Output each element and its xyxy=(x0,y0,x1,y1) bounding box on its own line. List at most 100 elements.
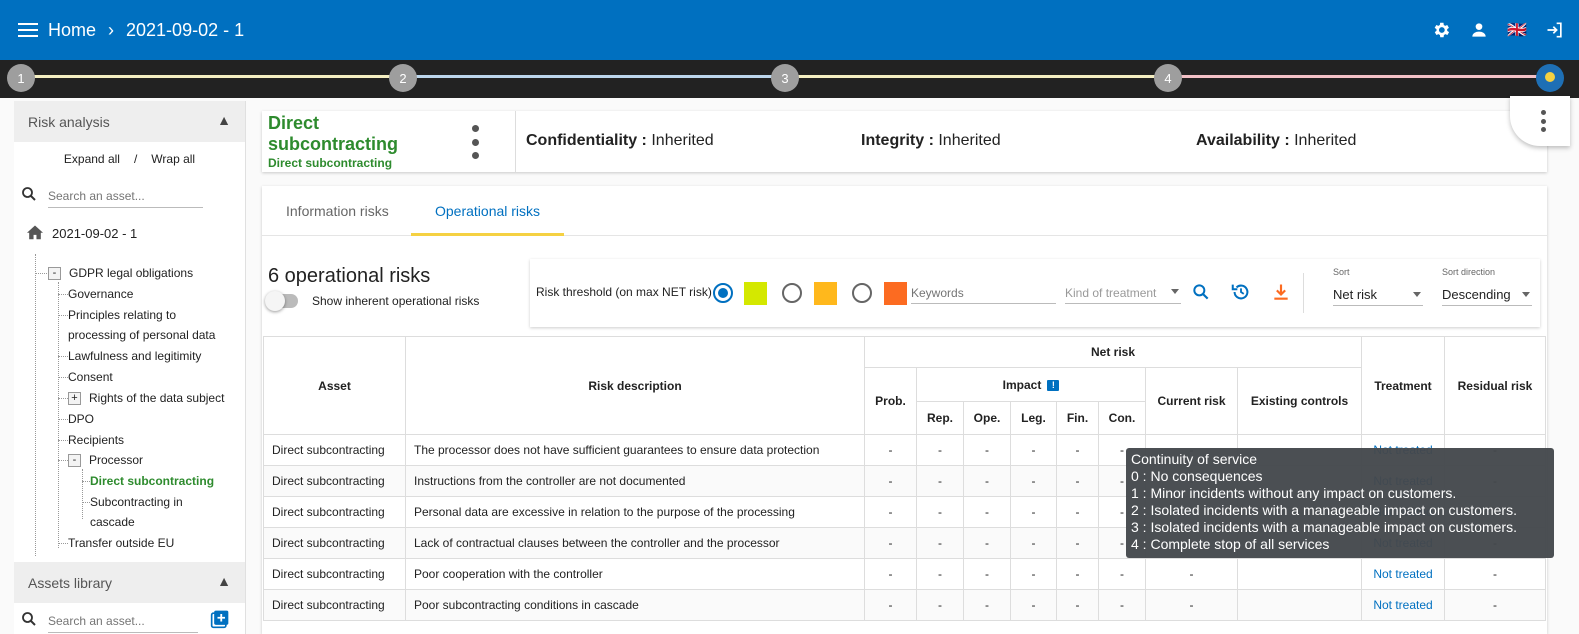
cell-ope[interactable]: - xyxy=(963,527,1011,559)
asset-search-input[interactable] xyxy=(48,184,203,208)
tab-information-risks[interactable]: Information risks xyxy=(262,186,413,236)
cell-con[interactable]: - xyxy=(1098,558,1146,590)
expand-all-link[interactable]: Expand all xyxy=(64,152,120,166)
cell-fin[interactable]: - xyxy=(1056,434,1099,466)
cell-leg[interactable]: - xyxy=(1010,589,1057,621)
library-search-input[interactable] xyxy=(48,609,198,633)
threshold-radio-low[interactable] xyxy=(713,283,733,303)
col-prob[interactable]: Prob. xyxy=(864,367,917,435)
cell-leg[interactable]: - xyxy=(1010,558,1057,590)
step-1[interactable]: 1 xyxy=(7,64,35,92)
expand-toggle[interactable]: + xyxy=(68,392,81,406)
inherent-risks-toggle[interactable] xyxy=(265,291,298,311)
cell-con[interactable]: - xyxy=(1098,589,1146,621)
language-flag-icon[interactable]: 🇬🇧 xyxy=(1507,20,1527,40)
collapse-icon[interactable]: ▲ xyxy=(217,112,231,128)
cell-leg[interactable]: - xyxy=(1010,434,1057,466)
assets-library-panel-header[interactable]: Assets library ▲ xyxy=(14,562,245,603)
cell-prob[interactable]: - xyxy=(864,527,917,559)
cell-rep[interactable]: - xyxy=(916,465,964,497)
col-residual-risk[interactable]: Residual risk xyxy=(1444,336,1546,435)
deliverable-step-icon[interactable] xyxy=(1536,64,1564,92)
reset-icon[interactable] xyxy=(1230,281,1252,303)
cell-rep[interactable]: - xyxy=(916,434,964,466)
tree-node-principles[interactable]: Principles relating to processing of per… xyxy=(68,305,228,345)
col-leg[interactable]: Leg. xyxy=(1010,401,1057,435)
col-fin[interactable]: Fin. xyxy=(1056,401,1099,435)
cell-fin[interactable]: - xyxy=(1056,496,1099,528)
collapse-icon[interactable]: ▲ xyxy=(217,573,231,589)
tree-node-consent[interactable]: Consent xyxy=(68,367,113,387)
col-ope[interactable]: Ope. xyxy=(963,401,1011,435)
sort-direction-select[interactable]: Descending xyxy=(1442,284,1532,306)
threshold-radio-medium[interactable] xyxy=(782,283,802,303)
cell-rep[interactable]: - xyxy=(916,589,964,621)
keywords-input[interactable] xyxy=(911,283,1056,304)
cell-fin[interactable]: - xyxy=(1056,527,1099,559)
download-icon[interactable] xyxy=(1270,281,1292,303)
tree-node-recipients[interactable]: Recipients xyxy=(68,430,124,450)
tree-node-processor[interactable]: - Processor xyxy=(68,450,143,470)
cell-leg[interactable]: - xyxy=(1010,496,1057,528)
cell-existing-controls[interactable] xyxy=(1237,589,1362,621)
cell-fin[interactable]: - xyxy=(1056,558,1099,590)
cell-ope[interactable]: - xyxy=(963,589,1011,621)
menu-icon[interactable] xyxy=(18,23,38,37)
asset-more-menu-icon[interactable] xyxy=(470,125,480,159)
col-rep[interactable]: Rep. xyxy=(916,401,964,435)
col-risk-description[interactable]: Risk description xyxy=(405,336,865,435)
cell-ope[interactable]: - xyxy=(963,496,1011,528)
cell-prob[interactable]: - xyxy=(864,465,917,497)
risk-analysis-panel-header[interactable]: Risk analysis ▲ xyxy=(14,101,245,142)
cell-prob[interactable]: - xyxy=(864,589,917,621)
breadcrumb-home[interactable]: Home xyxy=(48,20,96,41)
cell-fin[interactable]: - xyxy=(1056,465,1099,497)
col-treatment[interactable]: Treatment xyxy=(1361,336,1445,435)
cell-prob[interactable]: - xyxy=(864,558,917,590)
info-icon[interactable]: ! xyxy=(1047,379,1060,391)
step-2[interactable]: 2 xyxy=(389,64,417,92)
cell-prob[interactable]: - xyxy=(864,496,917,528)
tree-node-dpo[interactable]: DPO xyxy=(68,409,94,429)
threshold-radio-high[interactable] xyxy=(852,283,872,303)
tree-node-lawfulness[interactable]: Lawfulness and legitimity xyxy=(68,346,201,366)
cell-ope[interactable]: - xyxy=(963,465,1011,497)
col-asset[interactable]: Asset xyxy=(263,336,406,435)
logout-icon[interactable] xyxy=(1545,20,1565,40)
collapse-toggle[interactable]: - xyxy=(68,454,81,468)
cell-rep[interactable]: - xyxy=(916,496,964,528)
treatment-kind-select[interactable]: Kind of treatment xyxy=(1065,283,1181,304)
cell-ope[interactable]: - xyxy=(963,558,1011,590)
gear-icon[interactable] xyxy=(1431,20,1451,40)
table-row[interactable]: Direct subcontracting Poor cooperation wi… xyxy=(263,558,1546,590)
col-con[interactable]: Con. xyxy=(1098,401,1146,435)
cell-rep[interactable]: - xyxy=(916,527,964,559)
page-more-menu-icon[interactable] xyxy=(1540,110,1546,132)
wrap-all-link[interactable]: Wrap all xyxy=(151,152,195,166)
tree-node-governance[interactable]: Governance xyxy=(68,284,133,304)
tree-node-direct-subcontracting[interactable]: Direct subcontracting xyxy=(90,471,214,491)
cell-treatment[interactable]: Not treated xyxy=(1361,589,1445,621)
step-3[interactable]: 3 xyxy=(771,64,799,92)
cell-rep[interactable]: - xyxy=(916,558,964,590)
table-row[interactable]: Direct subcontracting Poor subcontracting… xyxy=(263,589,1546,621)
tree-node-rights[interactable]: + Rights of the data subject xyxy=(68,388,224,408)
tree-node-cascade[interactable]: Subcontracting in cascade xyxy=(90,492,200,532)
user-icon[interactable] xyxy=(1469,20,1489,40)
cell-fin[interactable]: - xyxy=(1056,589,1099,621)
search-icon[interactable] xyxy=(1190,281,1212,303)
cell-treatment[interactable]: Not treated xyxy=(1361,558,1445,590)
cell-ope[interactable]: - xyxy=(963,434,1011,466)
sort-select[interactable]: Net risk xyxy=(1333,284,1423,306)
cell-existing-controls[interactable] xyxy=(1237,558,1362,590)
cell-leg[interactable]: - xyxy=(1010,527,1057,559)
add-asset-icon[interactable] xyxy=(210,609,230,634)
step-4[interactable]: 4 xyxy=(1154,64,1182,92)
cell-prob[interactable]: - xyxy=(864,434,917,466)
collapse-toggle[interactable]: - xyxy=(48,267,61,281)
tab-operational-risks[interactable]: Operational risks xyxy=(411,186,565,236)
col-current-risk[interactable]: Current risk xyxy=(1145,367,1238,435)
tree-node-transfer[interactable]: Transfer outside EU xyxy=(68,533,174,553)
tree-node-gdpr[interactable]: - GDPR legal obligations xyxy=(48,263,193,283)
cell-leg[interactable]: - xyxy=(1010,465,1057,497)
